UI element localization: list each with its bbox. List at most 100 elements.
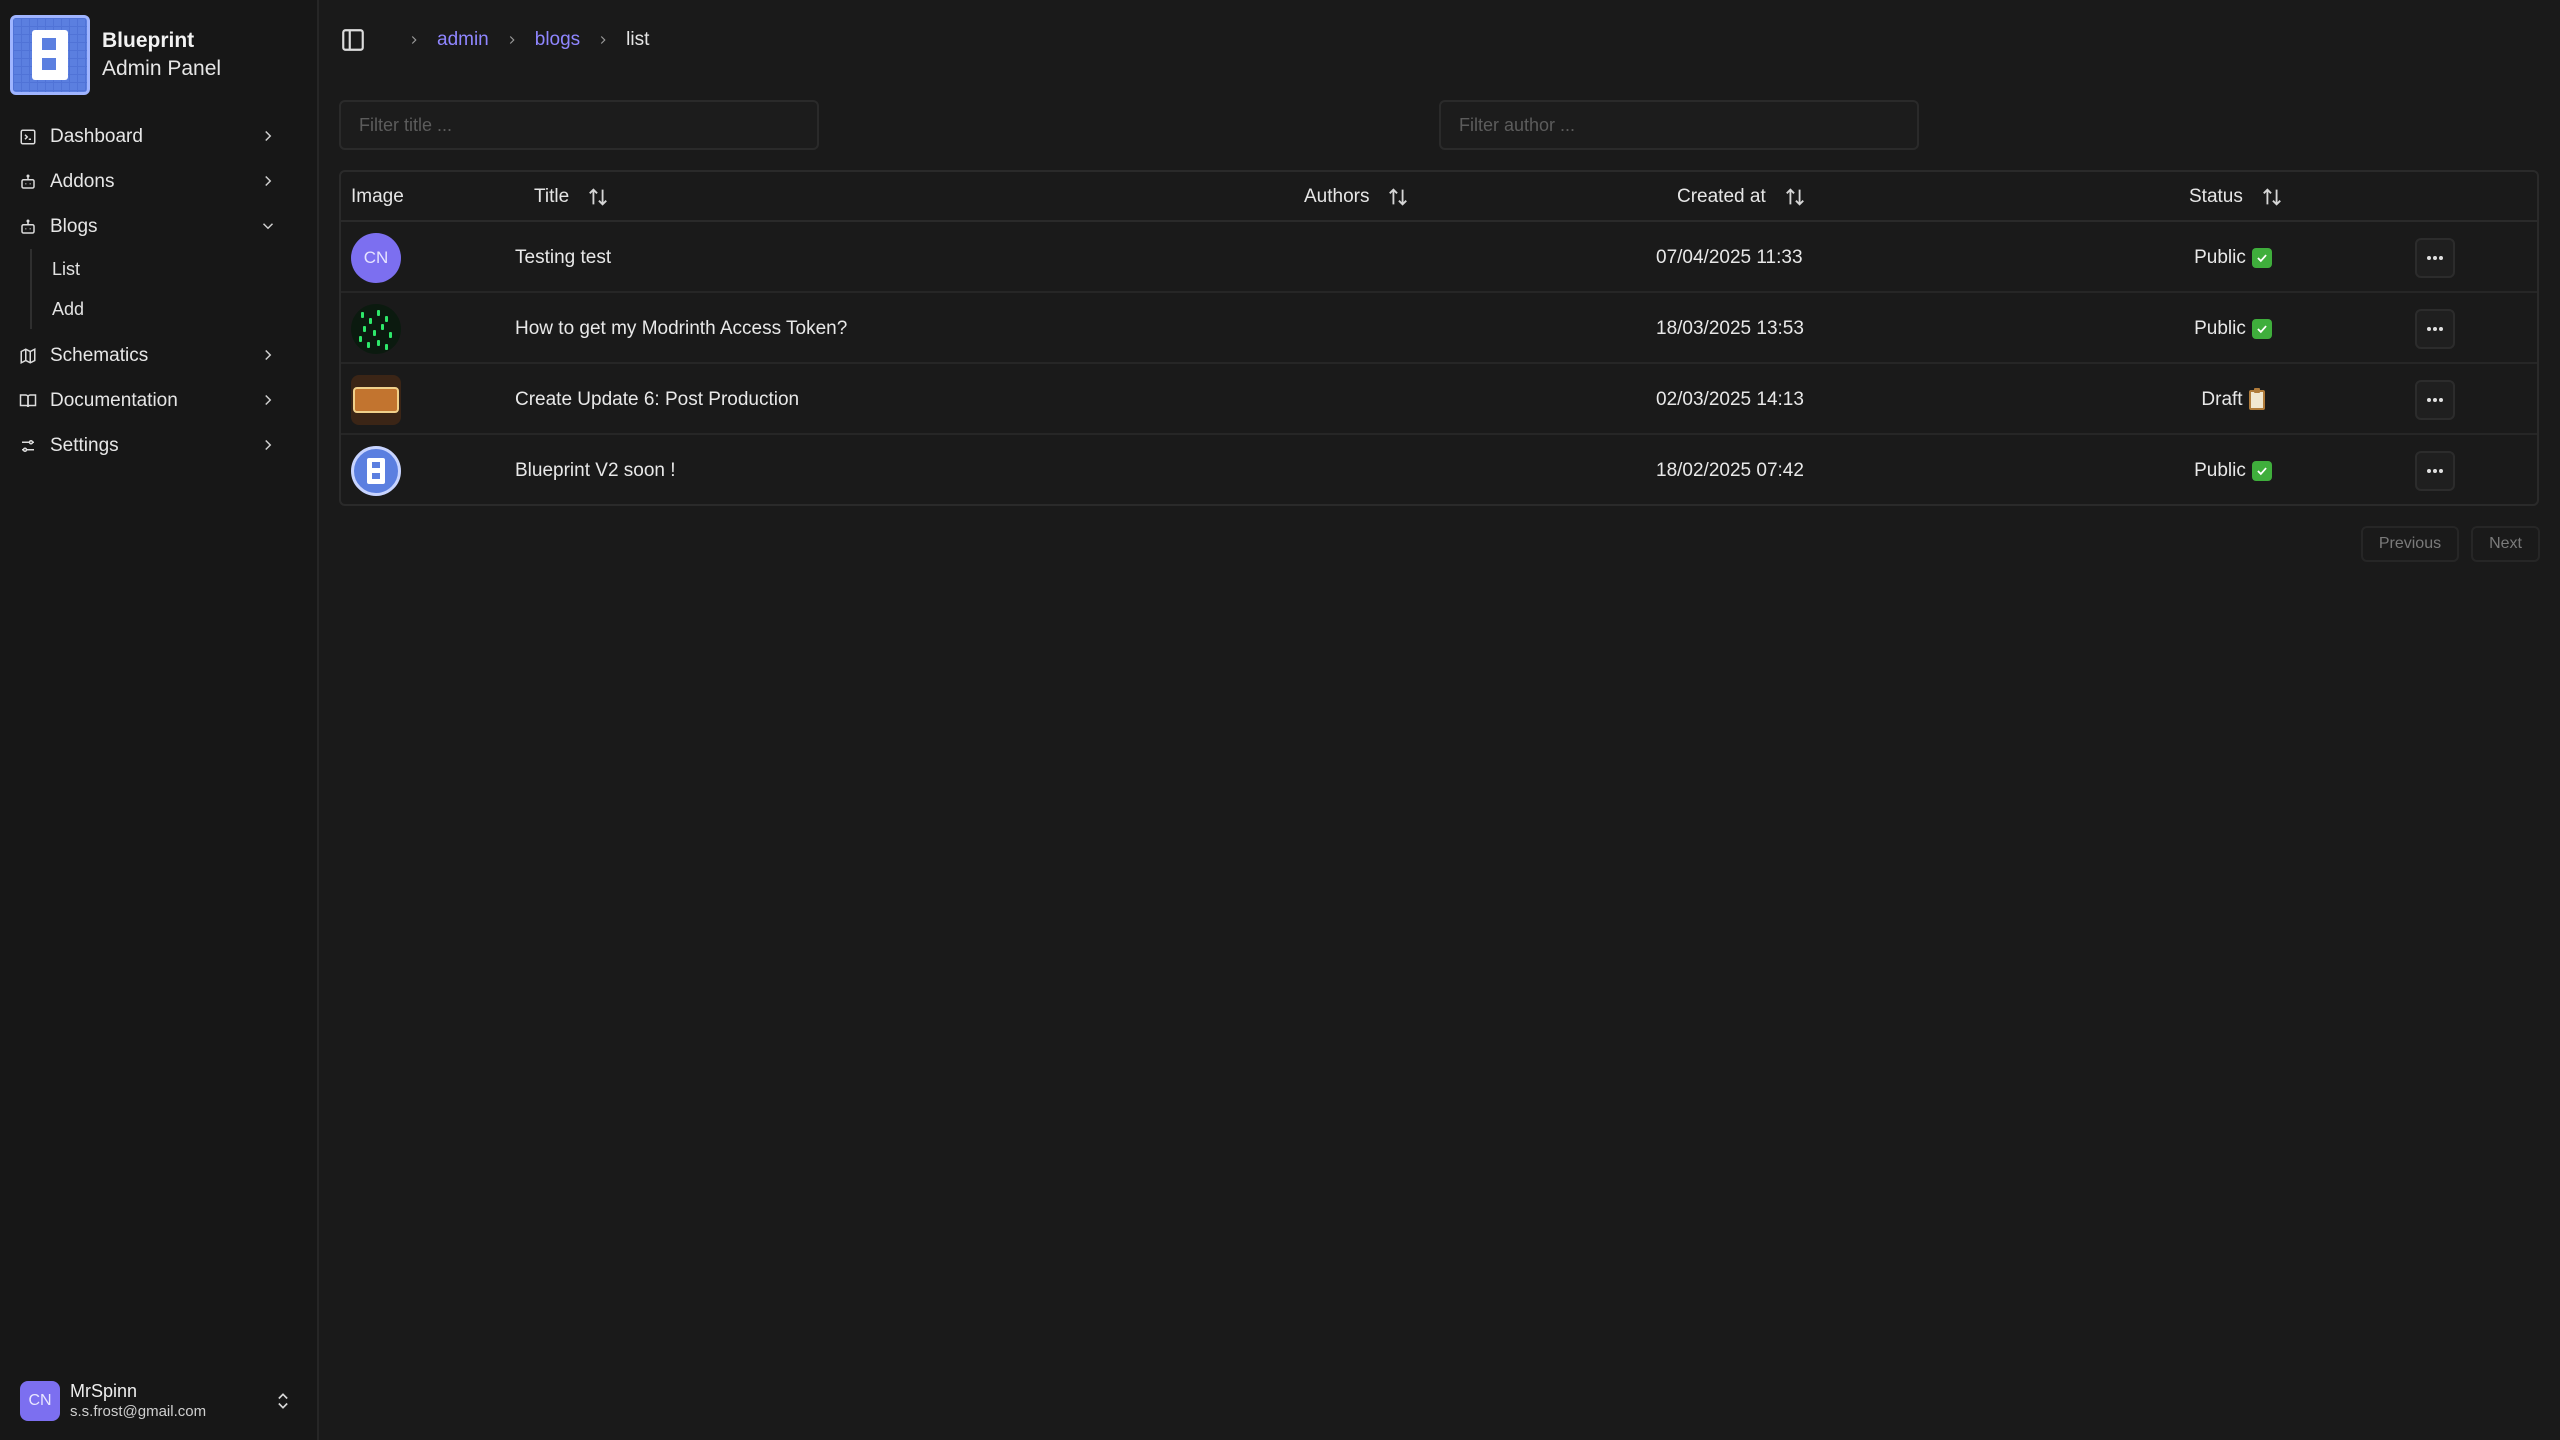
- sliders-icon: [18, 436, 38, 456]
- chevron-right-icon: [259, 436, 277, 454]
- sort-arrows-icon[interactable]: [2261, 186, 2283, 208]
- row-image: [351, 293, 401, 364]
- row-title: Blueprint V2 soon !: [515, 459, 676, 481]
- column-header-created-at: Created at: [1677, 172, 1806, 222]
- ellipsis-icon: [2427, 255, 2443, 260]
- terminal-icon: [18, 127, 38, 147]
- blueprint-logo-icon: [10, 15, 90, 95]
- topbar: admin blogs list: [319, 0, 2560, 80]
- sidebar-item-settings[interactable]: Settings: [18, 423, 299, 468]
- next-page-button[interactable]: Next: [2471, 526, 2540, 562]
- column-header-status: Status: [2189, 172, 2283, 222]
- sidebar-item-label: Dashboard: [50, 125, 143, 147]
- clipboard-icon: [2248, 387, 2265, 410]
- user-menu[interactable]: CN MrSpinn s.s.frost@gmail.com: [20, 1378, 297, 1424]
- matrix-code-image: [351, 303, 401, 354]
- column-label: Title: [534, 186, 570, 207]
- row-created-at: 07/04/2025 11:33: [1656, 246, 1803, 268]
- sidebar-item-label: Settings: [50, 434, 119, 456]
- ellipsis-icon: [2427, 326, 2443, 331]
- status-badge: Public: [2153, 222, 2313, 293]
- table-header: Image Title Authors Created at Status: [341, 172, 2537, 222]
- blogs-subnav: List Add: [30, 249, 299, 329]
- chevron-right-icon: [259, 391, 277, 409]
- user-info: MrSpinn s.s.frost@gmail.com: [70, 1380, 206, 1422]
- chevron-right-icon: [259, 172, 277, 190]
- user-email: s.s.frost@gmail.com: [70, 1403, 207, 1420]
- table-row: CN Testing test 07/04/2025 11:33 Public: [341, 222, 2537, 293]
- status-text: Public: [2194, 459, 2246, 481]
- status-text: Public: [2194, 317, 2246, 339]
- panel-left-icon[interactable]: [339, 26, 367, 54]
- row-actions: [2415, 364, 2455, 435]
- filters: [319, 80, 2560, 170]
- breadcrumb-blogs[interactable]: blogs: [535, 29, 580, 51]
- sidebar-item-label: Documentation: [50, 389, 178, 411]
- row-title: Create Update 6: Post Production: [515, 388, 800, 410]
- chevron-down-icon: [259, 217, 277, 235]
- ellipsis-icon: [2427, 468, 2443, 473]
- check-icon: [2251, 318, 2272, 339]
- ellipsis-icon: [2427, 397, 2443, 402]
- bot-icon: [18, 172, 38, 192]
- row-created-at: 18/03/2025 13:53: [1656, 317, 1804, 339]
- main-content: admin blogs list Image Title A: [319, 0, 2560, 1440]
- row-image: [351, 435, 401, 504]
- status-badge: Public: [2153, 435, 2313, 504]
- sidebar-item-blogs[interactable]: Blogs: [18, 204, 299, 249]
- table-row: Blueprint V2 soon ! 18/02/2025 07:42 Pub…: [341, 435, 2537, 504]
- sidebar-nav: Dashboard Addons Blogs List Add Schemati…: [0, 100, 317, 468]
- sidebar-item-label: Addons: [50, 170, 115, 192]
- avatar: CN: [351, 232, 401, 283]
- column-header-image: Image: [351, 172, 404, 222]
- previous-page-button[interactable]: Previous: [2360, 526, 2460, 562]
- row-image: [351, 364, 401, 435]
- sidebar-item-label: Blogs: [50, 215, 98, 237]
- row-title: Testing test: [515, 246, 612, 268]
- sidebar-item-dashboard[interactable]: Dashboard: [18, 114, 299, 159]
- status-badge: Public: [2153, 293, 2313, 364]
- status-badge: Draft: [2153, 364, 2313, 435]
- brand-text: Blueprint Admin Panel: [102, 27, 221, 83]
- sidebar-item-documentation[interactable]: Documentation: [18, 378, 299, 423]
- chevrons-up-down-icon[interactable]: [273, 1390, 293, 1412]
- more-actions-button[interactable]: [2415, 237, 2455, 278]
- column-label: Image: [351, 186, 404, 207]
- sidebar-subitem-list[interactable]: List: [52, 249, 299, 289]
- row-actions: [2415, 435, 2455, 504]
- bot-icon: [18, 217, 38, 237]
- sidebar-item-label: Schematics: [50, 344, 149, 366]
- sidebar-subitem-add[interactable]: Add: [52, 289, 299, 329]
- book-open-icon: [18, 391, 38, 411]
- sort-arrows-icon[interactable]: [587, 186, 609, 208]
- status-text: Public: [2194, 246, 2246, 268]
- check-icon: [2251, 247, 2272, 268]
- app-root: Blueprint Admin Panel Dashboard Addons B…: [0, 0, 2560, 1440]
- sort-arrows-icon[interactable]: [1387, 186, 1409, 208]
- sidebar-item-addons[interactable]: Addons: [18, 159, 299, 204]
- filter-author-input[interactable]: [1439, 100, 1919, 150]
- avatar: CN: [20, 1381, 60, 1421]
- user-name: MrSpinn: [70, 1381, 138, 1401]
- chevron-right-icon: [259, 346, 277, 364]
- blogs-table: Image Title Authors Created at Status CN…: [339, 170, 2539, 506]
- column-label: Authors: [1304, 186, 1370, 207]
- table-row: How to get my Modrinth Access Token? 18/…: [341, 293, 2537, 364]
- column-label: Status: [2189, 186, 2243, 207]
- chevron-right-icon: [505, 33, 519, 47]
- blueprint-logo-icon: [351, 445, 401, 496]
- chevron-right-icon: [596, 33, 610, 47]
- row-created-at: 18/02/2025 07:42: [1656, 459, 1804, 481]
- brand[interactable]: Blueprint Admin Panel: [0, 0, 317, 100]
- more-actions-button[interactable]: [2415, 450, 2455, 491]
- more-actions-button[interactable]: [2415, 308, 2455, 349]
- filter-title-input[interactable]: [339, 100, 819, 150]
- more-actions-button[interactable]: [2415, 379, 2455, 420]
- sidebar: Blueprint Admin Panel Dashboard Addons B…: [0, 0, 319, 1440]
- row-created-at: 02/03/2025 14:13: [1656, 388, 1804, 410]
- sort-arrows-icon[interactable]: [1784, 186, 1806, 208]
- chevron-right-icon: [407, 33, 421, 47]
- sidebar-item-schematics[interactable]: Schematics: [18, 333, 299, 378]
- breadcrumb: admin blogs list: [391, 29, 649, 51]
- breadcrumb-admin[interactable]: admin: [437, 29, 489, 51]
